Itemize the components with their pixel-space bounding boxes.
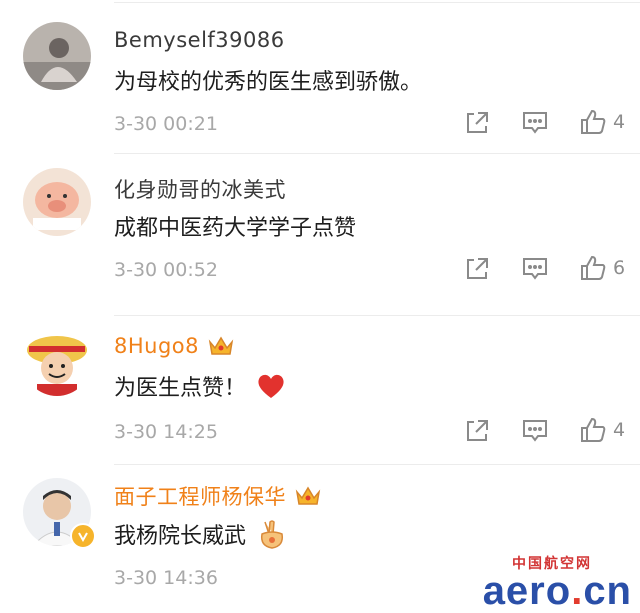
divider: [114, 464, 640, 465]
avatar[interactable]: [23, 22, 91, 90]
thumbs-up-icon: [581, 417, 606, 442]
crown-icon: [295, 486, 321, 505]
divider: [114, 315, 640, 316]
comment-text: 为母校的优秀的医生感到骄傲。: [114, 70, 423, 95]
verified-badge-icon: [70, 523, 96, 549]
share-icon[interactable]: [461, 107, 493, 139]
divider: [114, 2, 640, 3]
like-button[interactable]: 4: [579, 416, 625, 444]
timestamp: 3-30 14:36: [114, 567, 218, 589]
avatar[interactable]: [23, 328, 91, 396]
victory-hand-icon: [260, 520, 284, 549]
username[interactable]: 面子工程师杨保华: [114, 481, 322, 511]
timestamp: 3-30 14:25: [114, 421, 218, 443]
username[interactable]: 8Hugo8: [114, 334, 235, 358]
timestamp: 3-30 00:21: [114, 113, 218, 135]
username[interactable]: 化身勋哥的冰美式: [114, 174, 286, 204]
username[interactable]: Bemyself39086: [114, 28, 285, 52]
share-icon[interactable]: [461, 415, 493, 447]
avatar[interactable]: [23, 168, 91, 236]
share-icon[interactable]: [461, 253, 493, 285]
watermark-logo: 中国航空网 aero.cn: [482, 553, 632, 613]
red-heart-icon: [258, 374, 284, 398]
thumbs-up-icon: [581, 255, 606, 280]
divider: [114, 153, 640, 154]
comment-text: 我杨院长威武: [114, 518, 288, 550]
like-count: 6: [613, 257, 626, 279]
watermark-main-text: aero.cn: [482, 569, 632, 613]
like-button[interactable]: 4: [579, 108, 625, 136]
like-count: 4: [613, 111, 626, 133]
comment-text: 成都中医药大学学子点赞: [114, 216, 357, 241]
like-button[interactable]: 6: [579, 254, 625, 282]
timestamp: 3-30 00:52: [114, 259, 218, 281]
crown-icon: [208, 336, 234, 355]
comment-text: 为医生点赞！: [114, 370, 286, 402]
comment-icon[interactable]: [519, 253, 551, 285]
thumbs-up-icon: [581, 109, 606, 134]
like-count: 4: [613, 419, 626, 441]
comment-icon[interactable]: [519, 415, 551, 447]
comment-icon[interactable]: [519, 107, 551, 139]
